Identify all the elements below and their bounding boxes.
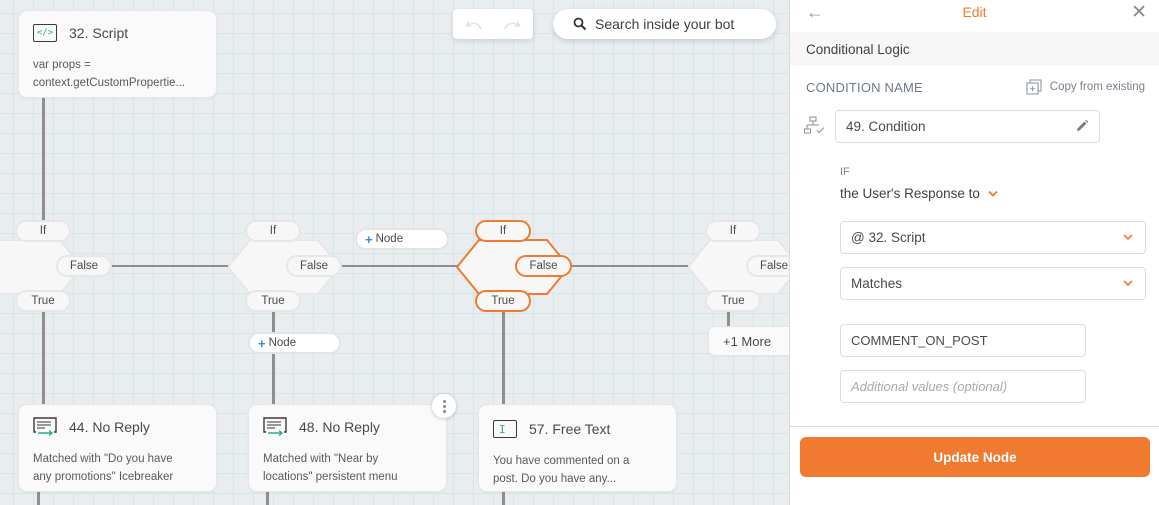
message-reply-icon bbox=[263, 417, 287, 437]
additional-values-input[interactable]: Additional values (optional) bbox=[840, 370, 1086, 403]
operator-value: Matches bbox=[851, 276, 903, 291]
edit-panel: ← Edit ✕ Conditional Logic CONDITION NAM… bbox=[789, 0, 1159, 505]
connector bbox=[37, 491, 40, 505]
condition-true-pill[interactable]: True bbox=[247, 292, 299, 310]
condition-true-pill[interactable]: True bbox=[17, 292, 69, 310]
add-node-label: Node bbox=[268, 337, 297, 349]
pencil-icon[interactable] bbox=[1075, 119, 1089, 133]
copy-icon bbox=[1026, 79, 1042, 95]
condition-if-pill[interactable]: If bbox=[477, 222, 529, 240]
more-nodes-button[interactable]: +1 More bbox=[709, 327, 789, 355]
copy-from-existing-link[interactable]: Copy from existing bbox=[1026, 79, 1145, 95]
source-type-label: the User's Response to bbox=[840, 186, 980, 201]
close-icon[interactable]: ✕ bbox=[1131, 1, 1147, 24]
search-label: Search inside your bot bbox=[595, 16, 735, 32]
connector bbox=[572, 265, 688, 267]
add-node-button[interactable]: + Node bbox=[357, 230, 447, 248]
condition-flow-icon bbox=[804, 116, 825, 134]
flow-canvas[interactable]: </> 32. Script var props = context.getCu… bbox=[0, 0, 789, 505]
connector bbox=[266, 491, 269, 505]
copy-from-existing-label: Copy from existing bbox=[1049, 81, 1145, 93]
connector bbox=[42, 97, 45, 223]
match-value-input[interactable]: COMMENT_ON_POST bbox=[840, 324, 1086, 357]
node-card-script[interactable]: </> 32. Script var props = context.getCu… bbox=[19, 11, 216, 97]
chevron-down-icon bbox=[1123, 234, 1133, 241]
redo-icon[interactable] bbox=[500, 17, 522, 31]
condition-name-label: CONDITION NAME bbox=[806, 80, 923, 95]
operator-select[interactable]: Matches bbox=[840, 267, 1146, 300]
connector bbox=[342, 265, 458, 267]
source-type-dropdown[interactable]: the User's Response to bbox=[840, 186, 998, 201]
search-bot-button[interactable]: Search inside your bot bbox=[553, 9, 776, 39]
connector bbox=[502, 491, 505, 505]
node-title: 32. Script bbox=[69, 25, 129, 41]
undo-icon[interactable] bbox=[464, 17, 486, 31]
node-title: 44. No Reply bbox=[69, 419, 150, 435]
undo-redo-toolbar bbox=[453, 9, 533, 39]
chevron-down-icon bbox=[1123, 280, 1133, 287]
source-node-value: @ 32. Script bbox=[851, 230, 926, 245]
kebab-dot bbox=[442, 399, 446, 403]
condition-false-pill[interactable]: False bbox=[58, 257, 110, 275]
kebab-dot bbox=[442, 404, 446, 408]
code-icon: </> bbox=[33, 24, 57, 42]
node-card-no-reply[interactable]: 44. No Reply Matched with "Do you have a… bbox=[19, 405, 216, 491]
condition-false-pill[interactable]: False bbox=[517, 257, 570, 275]
condition-name-value: 49. Condition bbox=[846, 119, 926, 134]
node-body-line: post. Do you have any... bbox=[493, 473, 617, 485]
chevron-down-icon bbox=[988, 190, 998, 197]
node-body-line: context.getCustomPropertie... bbox=[33, 77, 186, 89]
condition-true-pill[interactable]: True bbox=[707, 292, 759, 310]
condition-if-pill[interactable]: If bbox=[17, 222, 69, 240]
text-cursor-icon: I bbox=[493, 420, 517, 438]
node-body-line: You have commented on a bbox=[493, 455, 630, 467]
panel-header: ← Edit ✕ bbox=[790, 0, 1159, 24]
node-type-label: Conditional Logic bbox=[790, 32, 1159, 66]
node-body-line: locations" persistent menu bbox=[263, 471, 398, 483]
connector bbox=[727, 309, 730, 327]
node-body-line: Matched with "Do you have bbox=[33, 453, 173, 465]
connector bbox=[502, 309, 505, 405]
node-card-no-reply[interactable]: 48. No Reply Matched with "Near by locat… bbox=[249, 405, 446, 491]
source-node-select[interactable]: @ 32. Script bbox=[840, 221, 1146, 254]
connector bbox=[272, 309, 275, 332]
message-reply-icon bbox=[33, 417, 57, 437]
connector bbox=[42, 309, 45, 405]
node-body-line: Matched with "Near by bbox=[263, 453, 379, 465]
connector bbox=[272, 352, 275, 405]
plus-icon: + bbox=[258, 335, 266, 351]
add-node-button[interactable]: + Node bbox=[250, 334, 339, 352]
node-body-line: any promotions" Icebreaker bbox=[33, 471, 174, 483]
if-label: IF bbox=[840, 166, 850, 178]
add-node-label: Node bbox=[375, 233, 404, 245]
plus-icon: + bbox=[365, 231, 373, 247]
divider bbox=[790, 426, 1159, 427]
condition-true-pill[interactable]: True bbox=[477, 292, 529, 310]
node-card-free-text[interactable]: I 57. Free Text You have commented on a … bbox=[479, 405, 676, 491]
condition-false-pill[interactable]: False bbox=[748, 257, 789, 275]
kebab-dot bbox=[442, 409, 446, 413]
condition-name-input[interactable]: 49. Condition bbox=[835, 110, 1100, 143]
node-body-line: var props = bbox=[33, 59, 91, 71]
update-node-button[interactable]: Update Node bbox=[800, 437, 1150, 477]
node-options-button[interactable] bbox=[432, 394, 456, 418]
connector bbox=[112, 265, 228, 267]
node-title: 57. Free Text bbox=[529, 421, 611, 437]
condition-if-pill[interactable]: If bbox=[707, 222, 759, 240]
panel-title: Edit bbox=[962, 4, 987, 20]
node-title: 48. No Reply bbox=[299, 419, 380, 435]
search-icon bbox=[573, 17, 587, 31]
condition-if-pill[interactable]: If bbox=[247, 222, 299, 240]
condition-false-pill[interactable]: False bbox=[288, 257, 340, 275]
